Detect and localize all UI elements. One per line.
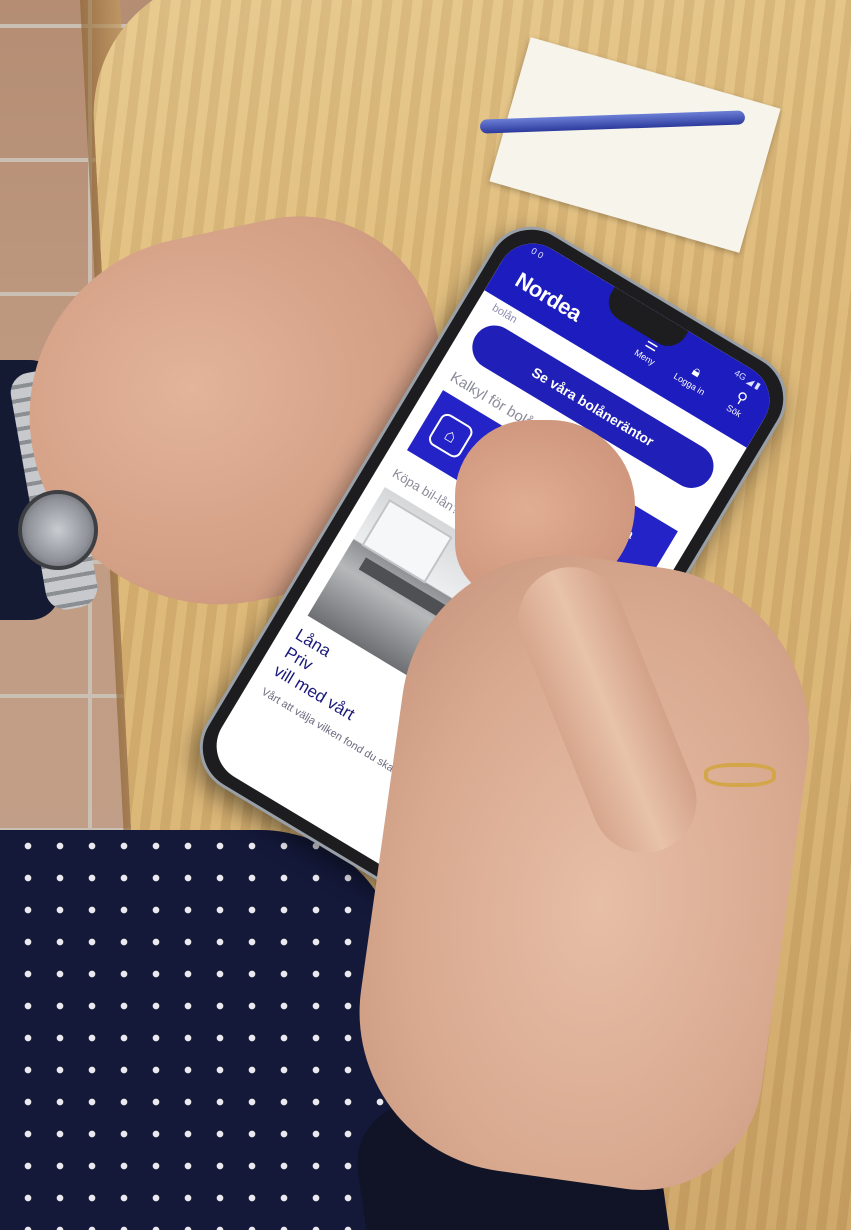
status-left: 0 0 (529, 245, 546, 261)
wristwatch (18, 490, 98, 570)
gold-ring (704, 763, 776, 787)
photo-scene: 0 0 4G ◢ ▮ Nordea ☰ Meny 🔒︎ Logga in ⚲ S… (0, 0, 851, 1230)
polka-dot-dress (0, 830, 400, 1230)
